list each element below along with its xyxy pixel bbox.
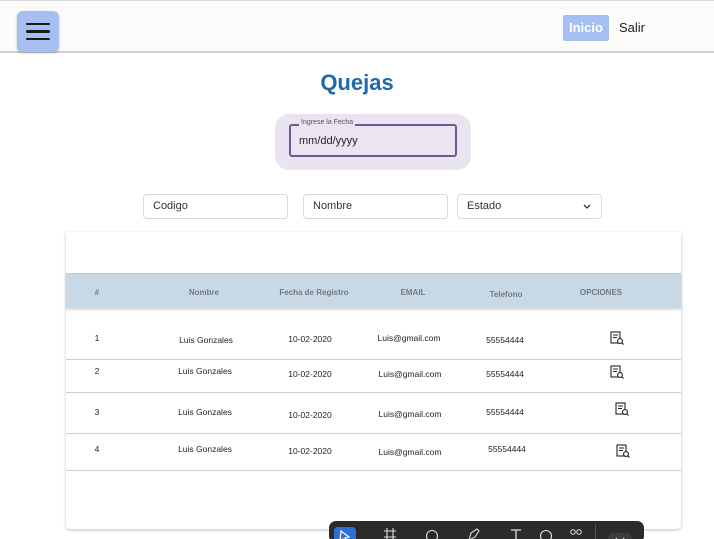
row-fecha: 10-02-2020 — [288, 369, 332, 379]
document-search-icon[interactable] — [610, 365, 624, 379]
row-fecha: 10-02-2020 — [288, 410, 332, 420]
column-header-nombre: Nombre — [188, 288, 220, 297]
frame-tool-icon[interactable] — [383, 527, 397, 539]
date-input-value: mm/dd/yyyy — [299, 135, 358, 147]
pen-tool-icon[interactable] — [467, 527, 481, 539]
row-nombre: Luis Gonzales — [178, 407, 232, 417]
column-header-number: # — [94, 288, 100, 297]
row-number: 4 — [94, 444, 100, 454]
row-email: Luis@gmail.com — [378, 447, 442, 457]
hamburger-menu-icon — [26, 30, 50, 33]
date-filter-container: Ingrese la Fecha mm/dd/yyyy — [275, 114, 471, 170]
ellipse-tool-icon[interactable] — [425, 527, 439, 539]
column-header-email: EMAIL — [400, 288, 426, 297]
date-input[interactable]: Ingrese la Fecha mm/dd/yyyy — [289, 119, 457, 157]
codigo-input[interactable]: Codigo — [143, 194, 288, 219]
row-telefono: 55554444 — [486, 407, 524, 417]
date-input-label: Ingrese la Fecha — [299, 119, 356, 126]
table-row: 3 Luis Gonzales 10-02-2020 Luis@gmail.co… — [66, 393, 681, 434]
column-header-telefono: Telefono — [489, 290, 523, 299]
estado-select[interactable]: Estado — [457, 194, 602, 219]
top-bar: Inicio Salir — [0, 0, 714, 53]
column-header-fecha: Fecha de Registro — [279, 288, 349, 297]
salir-link[interactable]: Salir — [619, 20, 645, 35]
row-email: Luis@gmail.com — [378, 369, 442, 379]
nombre-input[interactable]: Nombre — [303, 194, 448, 219]
row-nombre: Luis Gonzales — [179, 335, 233, 345]
text-tool-icon[interactable] — [509, 527, 523, 539]
inicio-button[interactable]: Inicio — [563, 15, 609, 41]
row-email: Luis@gmail.com — [378, 409, 442, 419]
page-title: Quejas — [320, 70, 394, 95]
row-number: 3 — [94, 407, 100, 417]
hamburger-menu-icon — [26, 37, 50, 41]
menu-button[interactable] — [17, 11, 59, 52]
complaints-table: # Nombre Fecha de Registro EMAIL Telefon… — [66, 232, 681, 529]
row-number: 1 — [94, 333, 100, 343]
row-number: 2 — [94, 366, 100, 376]
column-header-opciones: OPCIONES — [579, 288, 623, 297]
code-tool-icon[interactable] — [607, 527, 633, 539]
dock-divider — [595, 524, 596, 539]
row-fecha: 10-02-2020 — [288, 334, 332, 344]
nombre-placeholder: Nombre — [313, 200, 353, 212]
table-row: 4 Luis Gonzales 10-02-2020 Luis@gmail.co… — [66, 434, 681, 471]
document-search-icon[interactable] — [615, 402, 629, 416]
table-row: 2 Luis Gonzales 10-02-2020 Luis@gmail.co… — [66, 360, 681, 393]
components-tool-icon[interactable] — [569, 527, 583, 539]
row-nombre: Luis Gonzales — [178, 366, 232, 376]
tool-dock — [329, 521, 644, 539]
document-search-icon[interactable] — [616, 444, 630, 458]
pointer-tool-button[interactable] — [334, 527, 356, 539]
table-row: 1 Luis Gonzales 10-02-2020 Luis@gmail.co… — [66, 310, 681, 360]
comment-tool-icon[interactable] — [539, 527, 553, 539]
row-email: Luis@gmail.com — [377, 333, 441, 343]
hamburger-menu-icon — [26, 22, 50, 26]
estado-selected-value: Estado — [467, 200, 502, 212]
row-nombre: Luis Gonzales — [178, 444, 232, 454]
row-telefono: 55554444 — [488, 444, 526, 454]
document-search-icon[interactable] — [610, 331, 624, 345]
codigo-placeholder: Codigo — [153, 200, 188, 212]
row-telefono: 55554444 — [486, 369, 524, 379]
chevron-down-icon — [583, 195, 591, 227]
row-fecha: 10-02-2020 — [288, 446, 332, 456]
row-telefono: 55554444 — [486, 335, 524, 345]
table-header: # Nombre Fecha de Registro EMAIL Telefon… — [66, 273, 681, 308]
